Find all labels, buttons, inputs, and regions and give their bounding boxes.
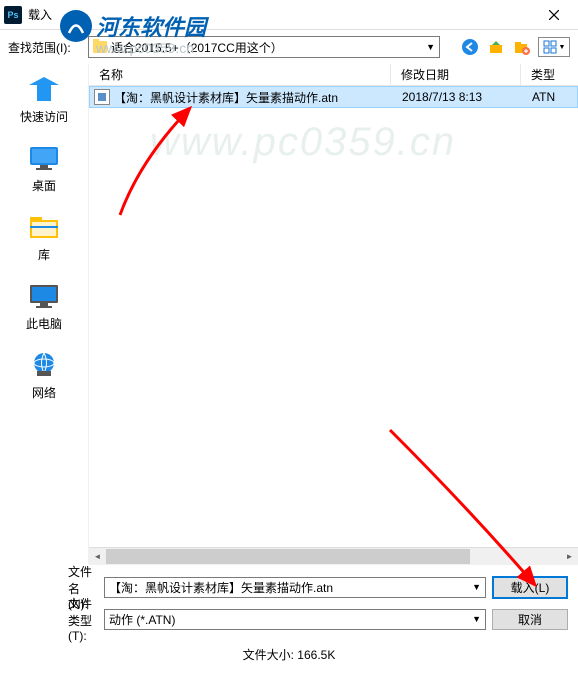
desktop-icon [26, 143, 62, 173]
sidebar-item-desktop[interactable]: 桌面 [9, 143, 79, 194]
places-sidebar: 快速访问 桌面 库 此电脑 网络 [0, 64, 89, 564]
sidebar-item-quickaccess[interactable]: 快速访问 [9, 74, 79, 125]
sidebar-item-libraries[interactable]: 库 [9, 212, 79, 263]
quickaccess-icon [26, 74, 62, 104]
load-button[interactable]: 载入(L) [492, 576, 568, 599]
column-date[interactable]: 修改日期 [391, 64, 521, 85]
column-name[interactable]: 名称 [89, 64, 391, 85]
horizontal-scrollbar[interactable]: ◄ ► [89, 547, 578, 564]
scroll-thumb[interactable] [106, 549, 470, 564]
folder-icon [93, 41, 107, 53]
sidebar-item-network[interactable]: 网络 [9, 350, 79, 401]
cancel-button[interactable]: 取消 [492, 609, 568, 630]
up-icon[interactable] [486, 37, 506, 57]
titlebar: Ps 载入 [0, 0, 578, 30]
filetype-label: 文件类型(T): [10, 595, 98, 643]
file-name: 【淘：黑帆设计素材库】矢量素描动作.atn [114, 89, 392, 106]
file-list-panel: 名称 修改日期 类型 【淘：黑帆设计素材库】矢量素描动作.atn 2018/7/… [89, 64, 578, 564]
list-header: 名称 修改日期 类型 [89, 64, 578, 86]
column-type[interactable]: 类型 [521, 64, 578, 85]
libraries-icon [26, 212, 62, 242]
filename-input[interactable]: 【淘：黑帆设计素材库】矢量素描动作.atn ▼ [104, 577, 486, 598]
network-icon [26, 350, 62, 380]
file-type: ATN [522, 90, 577, 104]
chevron-down-icon: ▼ [472, 582, 481, 592]
folder-dropdown[interactable]: 适合2015.5+（2017CC用这个） ▼ [88, 36, 440, 58]
lookup-label: 查找范围(I): [8, 39, 82, 56]
back-icon[interactable] [460, 37, 480, 57]
lookup-row: 查找范围(I): 适合2015.5+（2017CC用这个） ▼ ▼ [0, 30, 578, 64]
file-icon [94, 89, 110, 105]
chevron-down-icon: ▼ [426, 42, 435, 52]
file-date: 2018/7/13 8:13 [392, 90, 522, 104]
sidebar-item-thispc[interactable]: 此电脑 [9, 281, 79, 332]
bottom-panel: 文件名(N): 【淘：黑帆设计素材库】矢量素描动作.atn ▼ 载入(L) 文件… [0, 564, 578, 675]
list-item[interactable]: 【淘：黑帆设计素材库】矢量素描动作.atn 2018/7/13 8:13 ATN [89, 86, 578, 108]
new-folder-icon[interactable] [512, 37, 532, 57]
app-icon: Ps [4, 6, 22, 24]
view-mode-dropdown[interactable]: ▼ [538, 37, 570, 57]
close-button[interactable] [534, 1, 574, 29]
scroll-right-icon[interactable]: ► [561, 548, 578, 565]
folder-name: 适合2015.5+（2017CC用这个） [111, 39, 283, 56]
window-title: 载入 [28, 6, 534, 23]
chevron-down-icon: ▼ [472, 614, 481, 624]
filetype-dropdown[interactable]: 动作 (*.ATN) ▼ [104, 609, 486, 630]
scroll-left-icon[interactable]: ◄ [89, 548, 106, 565]
thispc-icon [26, 281, 62, 311]
list-body[interactable]: 【淘：黑帆设计素材库】矢量素描动作.atn 2018/7/13 8:13 ATN [89, 86, 578, 547]
